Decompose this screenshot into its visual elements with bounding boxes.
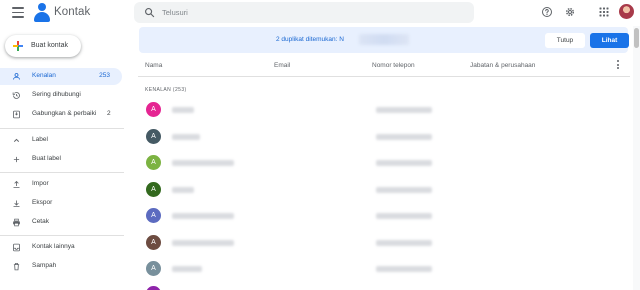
more-vert-icon[interactable] bbox=[617, 60, 620, 70]
redacted-name bbox=[359, 34, 409, 45]
app-title: Kontak bbox=[54, 6, 91, 18]
duplicates-message: 2 duplikat ditemukan: N bbox=[276, 36, 344, 43]
merge-icon bbox=[13, 110, 20, 119]
sidebar-item-label: Impor bbox=[32, 180, 49, 187]
contacts-logo-icon[interactable] bbox=[34, 3, 50, 22]
column-header-phone[interactable]: Nomor telepon bbox=[372, 62, 415, 69]
account-avatar[interactable] bbox=[619, 4, 634, 19]
sidebar-item-label: Gabungkan & perbaiki bbox=[32, 110, 97, 117]
top-app-bar: Kontak bbox=[0, 0, 640, 26]
contact-avatar: A bbox=[146, 129, 161, 144]
sidebar-item-contacts[interactable]: Kenalan 253 bbox=[0, 68, 122, 85]
table-row[interactable]: A bbox=[138, 100, 630, 120]
printer-icon bbox=[13, 218, 20, 227]
sidebar-item-export[interactable]: Ekspor bbox=[0, 195, 122, 212]
create-contact-button[interactable]: Buat kontak bbox=[5, 35, 81, 57]
archive-icon bbox=[13, 243, 20, 252]
redacted-phone bbox=[376, 240, 432, 246]
sidebar-item-label: Label bbox=[32, 136, 48, 143]
scrollbar[interactable] bbox=[633, 26, 640, 290]
history-icon bbox=[12, 92, 20, 99]
sidebar-item-trash[interactable]: Sampah bbox=[0, 258, 122, 275]
apps-grid-icon[interactable] bbox=[598, 6, 610, 18]
sidebar-item-print[interactable]: Cetak bbox=[0, 214, 122, 231]
table-row[interactable]: A bbox=[138, 180, 630, 200]
redacted-name bbox=[172, 134, 200, 140]
section-label: KENALAN (253) bbox=[145, 87, 187, 93]
create-contact-label: Buat kontak bbox=[31, 42, 68, 49]
upload-icon bbox=[13, 180, 20, 188]
view-duplicates-button[interactable]: Lihat bbox=[590, 33, 629, 48]
redacted-name bbox=[172, 107, 194, 113]
sidebar: Buat kontak Kenalan 253 Sering dihubungi… bbox=[0, 26, 130, 290]
help-icon[interactable] bbox=[541, 6, 553, 18]
merge-count: 2 bbox=[107, 110, 111, 117]
contact-avatar: A bbox=[146, 102, 161, 117]
sidebar-item-label: Sampah bbox=[32, 262, 57, 269]
column-header-name[interactable]: Nama bbox=[145, 62, 162, 69]
sidebar-item-other-contacts[interactable]: Kontak lainnya bbox=[0, 239, 122, 256]
redacted-name bbox=[172, 266, 202, 272]
sidebar-item-merge-fix[interactable]: Gabungkan & perbaiki 2 bbox=[0, 106, 122, 123]
search-icon[interactable] bbox=[144, 7, 155, 18]
duplicates-banner: 2 duplikat ditemukan: N Tutup Lihat bbox=[139, 27, 629, 53]
redacted-name bbox=[172, 160, 234, 166]
contact-avatar: A bbox=[146, 208, 161, 223]
sidebar-item-labels-toggle[interactable]: Label bbox=[0, 132, 122, 149]
table-row[interactable]: A bbox=[138, 153, 630, 173]
settings-gear-icon[interactable] bbox=[564, 6, 576, 18]
dismiss-button[interactable]: Tutup bbox=[545, 33, 585, 48]
redacted-name bbox=[172, 187, 194, 193]
contact-avatar bbox=[146, 286, 161, 290]
column-header-email[interactable]: Email bbox=[274, 62, 290, 69]
sidebar-item-import[interactable]: Impor bbox=[0, 176, 122, 193]
sidebar-divider bbox=[0, 172, 124, 173]
redacted-phone bbox=[376, 107, 432, 113]
colored-plus-icon bbox=[13, 41, 23, 51]
chevron-up-icon bbox=[13, 138, 20, 142]
sidebar-item-label: Cetak bbox=[32, 218, 49, 225]
plus-icon bbox=[13, 156, 20, 163]
sidebar-item-label: Kontak lainnya bbox=[32, 243, 75, 250]
trash-icon bbox=[13, 263, 20, 271]
table-row[interactable]: A bbox=[138, 127, 630, 147]
search-input[interactable] bbox=[162, 5, 462, 20]
table-row[interactable]: A bbox=[138, 233, 630, 253]
table-row[interactable]: A bbox=[138, 259, 630, 279]
contact-avatar: A bbox=[146, 261, 161, 276]
redacted-phone bbox=[376, 213, 432, 219]
contact-avatar: A bbox=[146, 182, 161, 197]
redacted-name bbox=[172, 240, 234, 246]
header-divider bbox=[138, 76, 630, 77]
table-row[interactable] bbox=[138, 284, 630, 290]
contacts-count: 253 bbox=[99, 72, 110, 79]
sidebar-item-label: Buat label bbox=[32, 155, 61, 162]
redacted-phone bbox=[376, 266, 432, 272]
sidebar-item-label: Kenalan bbox=[32, 72, 56, 79]
download-icon bbox=[13, 200, 20, 207]
contact-avatar: A bbox=[146, 235, 161, 250]
scrollbar-thumb[interactable] bbox=[634, 28, 639, 48]
sidebar-item-label: Ekspor bbox=[32, 199, 53, 206]
person-icon bbox=[13, 73, 20, 80]
sidebar-divider bbox=[0, 128, 124, 129]
redacted-phone bbox=[376, 134, 432, 140]
redacted-name bbox=[172, 213, 234, 219]
main-menu-icon[interactable] bbox=[12, 7, 24, 18]
redacted-phone bbox=[376, 160, 432, 166]
table-row[interactable]: A bbox=[138, 206, 630, 226]
sidebar-item-create-label[interactable]: Buat label bbox=[0, 151, 122, 168]
contact-avatar: A bbox=[146, 155, 161, 170]
sidebar-divider bbox=[0, 235, 124, 236]
redacted-phone bbox=[376, 187, 432, 193]
column-header-job[interactable]: Jabatan & perusahaan bbox=[470, 62, 535, 69]
search-bar[interactable] bbox=[134, 2, 474, 23]
sidebar-item-label: Sering dihubungi bbox=[32, 91, 81, 98]
sidebar-item-frequent[interactable]: Sering dihubungi bbox=[0, 87, 122, 104]
